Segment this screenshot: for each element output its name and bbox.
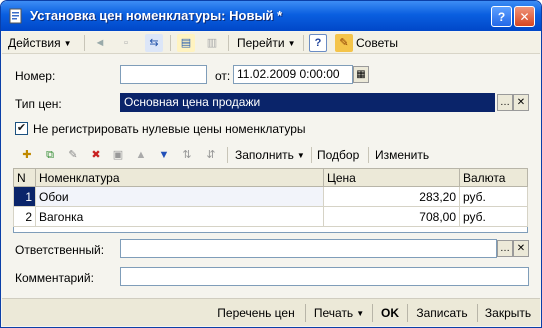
- toolbar-separator: [227, 147, 228, 163]
- number-label: Номер:: [15, 69, 56, 83]
- price-type-label: Тип цен:: [15, 97, 62, 111]
- end-edit-icon[interactable]: ▣: [109, 146, 127, 164]
- actions-menu[interactable]: Действия ▼: [8, 34, 72, 52]
- clear-icon[interactable]: ✕: [513, 94, 529, 111]
- table-row-empty: [14, 227, 528, 233]
- comment-label: Комментарий:: [15, 271, 94, 285]
- comment-field[interactable]: [120, 267, 529, 286]
- ok-button[interactable]: OK: [375, 303, 405, 323]
- column-header-currency[interactable]: Валюта: [459, 168, 528, 187]
- grid-toolbar: ✚ ⧉ ✎ ✖ ▣ ▲ ▼ ⇅ ⇵ Заполнить ▼ Подбор Изм…: [13, 145, 527, 165]
- toolbar-separator: [311, 147, 312, 163]
- select-ellipsis-button[interactable]: …: [497, 94, 513, 111]
- toolbar-separator: [228, 35, 229, 51]
- goto-menu-label: Перейти: [237, 36, 285, 50]
- delete-row-icon[interactable]: ✖: [87, 146, 105, 164]
- change-button[interactable]: Изменить: [375, 146, 429, 164]
- column-header-item[interactable]: Номенклатура: [35, 168, 324, 187]
- print-menu[interactable]: Печать ▼: [309, 303, 369, 323]
- tips-icon: ✎: [335, 34, 353, 52]
- table-row[interactable]: 1 Обои 283,20 руб.: [13, 186, 528, 207]
- price-list-button[interactable]: Перечень цен: [210, 303, 302, 323]
- select-ellipsis-button[interactable]: …: [497, 240, 513, 257]
- back-icon[interactable]: ◄: [91, 34, 109, 52]
- currency-cell[interactable]: руб.: [459, 186, 528, 207]
- column-header-price[interactable]: Цена: [323, 168, 460, 187]
- currency-cell[interactable]: руб.: [459, 206, 528, 227]
- chevron-down-icon: ▼: [296, 150, 305, 160]
- unpost-document-icon[interactable]: ▥: [203, 34, 221, 52]
- refresh-icon[interactable]: ⇆: [145, 34, 163, 52]
- help-icon[interactable]: ?: [309, 34, 327, 52]
- document-icon: [8, 8, 24, 24]
- close-button[interactable]: Закрыть: [480, 303, 536, 323]
- actions-menu-label: Действия: [8, 36, 61, 50]
- price-type-field[interactable]: Основная цена продажи: [120, 93, 495, 112]
- date-field[interactable]: 11.02.2009 0:00:00: [233, 65, 353, 84]
- sort-descending-icon[interactable]: ⇵: [202, 146, 220, 164]
- responsible-field[interactable]: [120, 239, 497, 258]
- chevron-down-icon: ▼: [287, 38, 296, 48]
- toolbar-separator: [170, 35, 171, 51]
- pick-button[interactable]: Подбор: [317, 146, 359, 164]
- table-row[interactable]: 2 Вагонка 708,00 руб.: [13, 206, 528, 227]
- toolbar-separator: [368, 147, 369, 163]
- goto-menu[interactable]: Перейти ▼: [237, 34, 295, 52]
- move-down-icon[interactable]: ▼: [155, 146, 173, 164]
- window-title: Установка цен номенклатуры: Новый *: [30, 8, 283, 23]
- tips-label: Советы: [356, 36, 398, 50]
- bottom-separator: [305, 304, 306, 322]
- tips-button[interactable]: ✎ Советы: [335, 34, 398, 52]
- column-header-n[interactable]: N: [13, 168, 36, 187]
- help-window-button[interactable]: ?: [491, 6, 512, 27]
- chevron-down-icon: ▼: [63, 38, 72, 48]
- row-number[interactable]: 2: [13, 206, 36, 227]
- toolbar-separator: [303, 35, 304, 51]
- toolbar-separator: [84, 35, 85, 51]
- copy-row-icon[interactable]: ⧉: [41, 146, 59, 164]
- fill-menu[interactable]: Заполнить ▼: [235, 146, 305, 164]
- post-document-icon[interactable]: ▤: [177, 34, 195, 52]
- save-button[interactable]: Записать: [410, 303, 474, 323]
- prices-table: N Номенклатура Цена Валюта 1 Обои 283,20…: [13, 168, 528, 233]
- add-row-icon[interactable]: ✚: [18, 146, 36, 164]
- no-zero-prices-checkbox[interactable]: ✔: [15, 122, 28, 135]
- bottom-separator: [407, 304, 408, 322]
- clear-icon[interactable]: ✕: [513, 240, 529, 257]
- sort-ascending-icon[interactable]: ⇅: [178, 146, 196, 164]
- move-up-icon[interactable]: ▲: [132, 146, 150, 164]
- pick-label: Подбор: [317, 148, 360, 162]
- row-number[interactable]: 1: [13, 186, 36, 207]
- document-window: Установка цен номенклатуры: Новый * ? ✕ …: [0, 0, 542, 328]
- title-bar[interactable]: Установка цен номенклатуры: Новый * ? ✕: [1, 1, 541, 31]
- number-field[interactable]: [120, 65, 207, 84]
- bottom-separator: [477, 304, 478, 322]
- fill-menu-label: Заполнить: [235, 148, 294, 162]
- edit-row-icon[interactable]: ✎: [64, 146, 82, 164]
- table-header-row: N Номенклатура Цена Валюта: [13, 168, 528, 187]
- main-toolbar: Действия ▼ ◄ ▫ ⇆ ▤ ▥ Перейти ▼ ? ✎ Совет…: [2, 32, 540, 54]
- no-zero-prices-label: Не регистрировать нулевые цены номенклат…: [33, 122, 306, 136]
- price-cell[interactable]: 283,20: [323, 186, 460, 207]
- disabled-document-icon[interactable]: ▫: [117, 34, 135, 52]
- change-label: Изменить: [375, 148, 430, 162]
- price-cell[interactable]: 708,00: [323, 206, 460, 227]
- item-cell[interactable]: Вагонка: [35, 206, 324, 227]
- chevron-down-icon: ▼: [356, 308, 365, 318]
- calendar-icon[interactable]: ▦: [353, 66, 369, 83]
- print-label: Печать: [313, 306, 354, 320]
- close-window-button[interactable]: ✕: [514, 6, 535, 27]
- item-cell[interactable]: Обои: [35, 186, 324, 207]
- responsible-label: Ответственный:: [15, 243, 105, 257]
- date-label: от:: [215, 69, 231, 83]
- bottom-bar: Перечень цен Печать ▼ OK Записать Закрыт…: [2, 298, 540, 326]
- bottom-separator: [372, 304, 373, 322]
